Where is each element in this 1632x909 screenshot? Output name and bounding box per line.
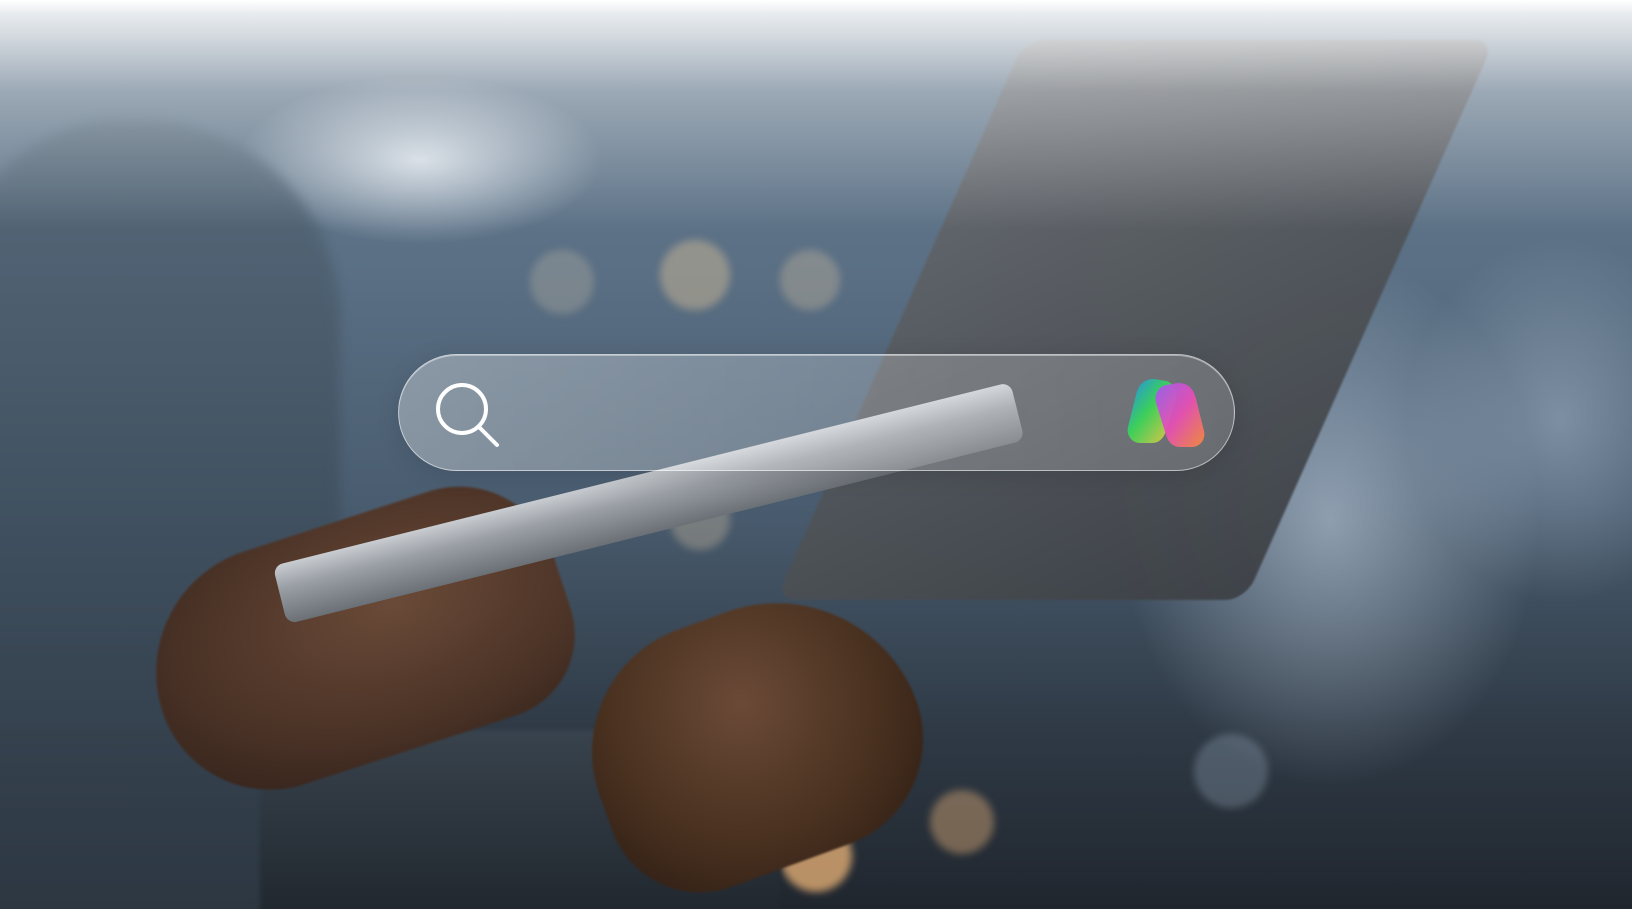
copilot-logo-icon[interactable] [1124,373,1208,453]
bokeh-light [1195,735,1267,807]
search-icon[interactable] [431,379,503,451]
top-fade-overlay [0,0,1632,230]
background-photo [0,0,1632,909]
bokeh-light [660,240,730,310]
search-input[interactable] [519,385,1103,443]
bokeh-light [780,250,840,310]
search-bar[interactable] [398,354,1235,471]
bokeh-light [930,790,994,854]
bokeh-light [530,250,594,314]
